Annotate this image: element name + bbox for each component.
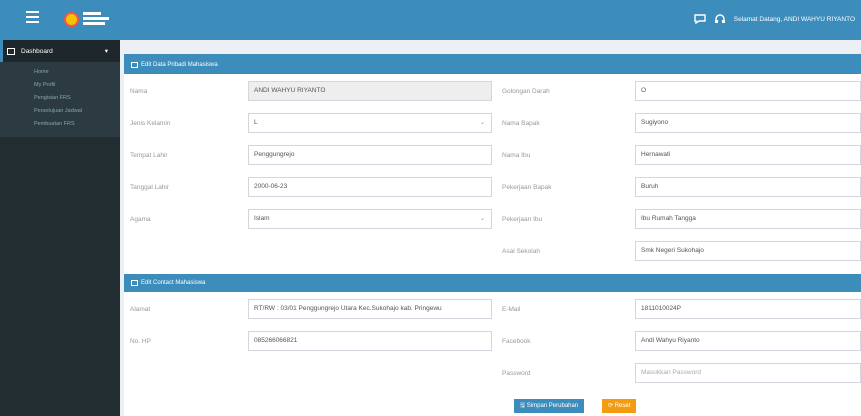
dashboard-icon [7,47,15,55]
edit-icon [131,62,138,68]
reset-button-label: Reset [614,403,631,409]
personal-section-header: Edit Data Pribadi Mahasiswa [124,56,861,74]
golongan-darah-field[interactable]: O [635,81,861,101]
chevron-down-icon: ⌄ [479,120,485,126]
jenis-kelamin-select[interactable]: L ⌄ [248,113,492,133]
nama-label: Nama [130,88,148,95]
tempat-lahir-field[interactable]: Penggungrejo [248,145,492,165]
reset-button[interactable]: ⟳ Reset [602,399,637,413]
nama-ibu-field[interactable]: Hernawati [635,145,861,165]
agama-select[interactable]: Islam ⌄ [248,209,492,229]
contact-section-title: Edit Contact Mahasiswa [141,280,206,286]
top-navbar: Selamat Datang, ANDI WAHYU RIYANTO [0,0,861,40]
golongan-darah-label: Golongan Darah [502,88,550,95]
logo-wordmark [83,12,109,27]
headset-icon[interactable] [714,14,726,24]
sidebar: Dashboard ▾ Home My Profil Pengisian FRS… [0,40,120,416]
menu-toggle-icon[interactable] [26,11,39,24]
save-icon: 🖫 [520,403,526,409]
refresh-icon: ⟳ [608,403,614,409]
jenis-kelamin-value: L [254,119,258,126]
pekerjaan-ibu-label: Pekerjaan Ibu [502,216,543,223]
sidebar-item-my-profil[interactable]: My Profil [0,79,120,92]
facebook-label: Facebook [502,338,531,345]
nama-bapak-field[interactable]: Sugiyono [635,113,861,133]
sidebar-item-pengisian-frs[interactable]: Pengisian FRS [0,92,120,105]
pekerjaan-bapak-field[interactable]: Buruh [635,177,861,197]
edit-icon [131,280,138,286]
agama-value: Islam [254,215,270,222]
pekerjaan-bapak-label: Pekerjaan Bapak [502,184,552,191]
alamat-field[interactable]: RT/RW : 03/01 Penggungrejo Utara Kec.Suk… [248,299,492,319]
contact-section-header: Edit Contact Mahasiswa [124,274,861,292]
app-logo[interactable] [64,12,109,27]
agama-label: Agama [130,216,151,223]
password-label: Password [502,370,531,377]
chevron-down-icon: ⌄ [479,216,485,222]
logo-emblem [64,12,79,27]
chevron-down-icon: ▾ [104,48,108,55]
chat-icon[interactable] [694,14,706,24]
facebook-field[interactable]: Andi Wahyu Riyanto [635,331,861,351]
sidebar-item-dashboard[interactable]: Dashboard ▾ [0,40,120,62]
nama-bapak-label: Nama Bapak [502,120,540,127]
nama-ibu-label: Nama Ibu [502,152,531,159]
nama-field[interactable]: ANDI WAHYU RIYANTO [248,81,492,101]
main-content: Edit Data Pribadi Mahasiswa Nama ANDI WA… [120,40,861,416]
save-button-label: Simpan Perubahan [526,403,579,409]
asal-sekolah-field[interactable]: Smk Negeri Sukohajo [635,241,861,261]
tempat-lahir-label: Tempat Lahir [130,152,168,159]
no-hp-field[interactable]: 085266066821 [248,331,492,351]
tanggal-lahir-field[interactable]: 2000-06-23 [248,177,492,197]
save-button[interactable]: 🖫 Simpan Perubahan [514,399,585,413]
personal-section-title: Edit Data Pribadi Mahasiswa [141,62,218,68]
asal-sekolah-label: Asal Sekolah [502,248,540,255]
sidebar-dashboard-label: Dashboard [21,47,53,55]
sidebar-item-home[interactable]: Home [0,66,120,79]
no-hp-label: No. HP [130,338,151,345]
sidebar-submenu: Home My Profil Pengisian FRS Persetujuan… [0,62,120,137]
profile-form: Edit Data Pribadi Mahasiswa Nama ANDI WA… [124,54,861,416]
email-label: E-Mail [502,306,521,313]
pekerjaan-ibu-field[interactable]: Ibu Rumah Tangga [635,209,861,229]
password-field[interactable]: Masukkan Password [635,363,861,383]
user-welcome[interactable]: Selamat Datang, ANDI WAHYU RIYANTO [734,16,855,23]
tanggal-lahir-label: Tanggal Lahir [130,184,170,191]
jenis-kelamin-label: Jenis Kelamin [130,120,171,127]
alamat-label: Alamat [130,306,151,313]
sidebar-item-pembuatan-frs[interactable]: Pembuatan FRS [0,118,120,131]
sidebar-item-persetujuan-jadwal[interactable]: Persetujuan Jadwal [0,105,120,118]
email-field[interactable]: 1811010024P [635,299,861,319]
